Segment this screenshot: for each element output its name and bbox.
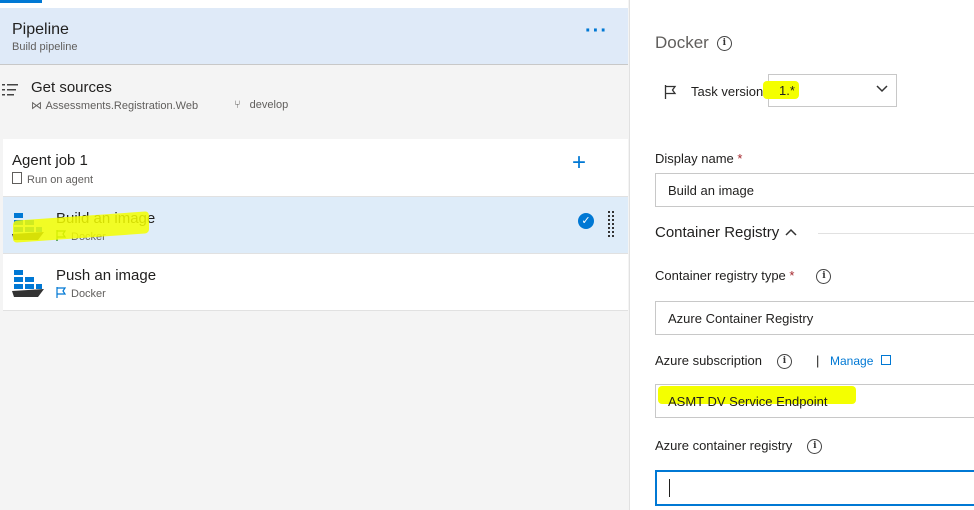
- repo-icon: ⋈: [31, 100, 42, 112]
- panel-title: Docker i: [655, 33, 732, 53]
- required-marker: *: [789, 268, 795, 283]
- azure-subscription-value: ASMT DV Service Endpoint: [668, 394, 828, 409]
- flag-icon: [664, 85, 677, 99]
- agent-job-subtitle: Run on agent: [12, 172, 93, 186]
- display-name-label-text: Display name: [655, 151, 734, 166]
- section-title: Container Registry: [655, 224, 780, 241]
- top-tab-strip: [0, 0, 628, 8]
- flag-icon: [56, 287, 67, 298]
- display-name-field[interactable]: Build an image: [655, 173, 974, 207]
- azure-subscription-select[interactable]: ASMT DV Service Endpoint: [655, 384, 974, 418]
- task-subtitle: Docker: [56, 287, 106, 300]
- task-title: Push an image: [56, 267, 157, 284]
- required-marker: *: [737, 151, 743, 166]
- branch-label: develop: [249, 99, 289, 111]
- display-name-value: Build an image: [668, 183, 754, 198]
- external-link-icon: [880, 355, 891, 365]
- azure-subscription-label: Azure subscription i: [655, 353, 792, 370]
- task-version-select[interactable]: 1.*: [763, 74, 897, 107]
- task-version-value: 1.*: [779, 83, 795, 98]
- chevron-up-icon: [785, 228, 797, 236]
- manage-link[interactable]: Manage: [830, 354, 891, 368]
- pipeline-subtitle: Build pipeline: [12, 41, 78, 53]
- info-icon[interactable]: i: [776, 354, 792, 370]
- branch-icon: ⑂: [234, 99, 241, 111]
- text-caret: [669, 479, 670, 497]
- azure-container-registry-label-text: Azure container registry: [655, 438, 793, 453]
- azure-container-registry-input[interactable]: [655, 470, 974, 506]
- active-tab-indicator: [0, 0, 42, 3]
- task-settings-panel: Docker i Task version 1.* Display name * …: [629, 8, 974, 510]
- list-icon: [2, 84, 18, 96]
- more-options-button[interactable]: ···: [585, 20, 608, 43]
- agent-job-title: Agent job 1: [12, 152, 88, 169]
- branch-name: ⑂ develop: [234, 99, 288, 111]
- manage-link-text[interactable]: Manage: [830, 354, 873, 368]
- task-subtitle-text: Docker: [71, 288, 106, 300]
- repo-label: Assessments.Registration.Web: [45, 100, 199, 112]
- pipeline-tree-pane: Pipeline Build pipeline ··· Get sources …: [0, 0, 628, 510]
- task-version-label: Task version: [691, 84, 764, 99]
- get-sources-title: Get sources: [31, 79, 112, 96]
- chevron-down-icon: [876, 85, 888, 93]
- agent-job-subtitle-text: Run on agent: [27, 174, 94, 186]
- get-sources-item[interactable]: Get sources ⋈ Assessments.Registration.W…: [0, 65, 628, 123]
- separator: |: [816, 353, 820, 368]
- docker-icon: [12, 270, 44, 297]
- drag-handle-icon[interactable]: [607, 210, 615, 240]
- pipeline-title: Pipeline: [12, 21, 69, 38]
- azure-subscription-label-text: Azure subscription: [655, 353, 762, 368]
- info-icon[interactable]: i: [807, 439, 823, 455]
- server-icon: [12, 172, 22, 184]
- display-name-label: Display name *: [655, 151, 742, 166]
- task-push-image[interactable]: Push an image Docker: [3, 254, 628, 311]
- panel-title-text: Docker: [655, 33, 709, 52]
- section-divider: [818, 233, 974, 234]
- azure-container-registry-label: Azure container registry i: [655, 438, 823, 455]
- panel-top-strip: [629, 0, 974, 8]
- container-registry-type-value: Azure Container Registry: [668, 311, 814, 326]
- container-registry-type-label-text: Container registry type: [655, 268, 786, 283]
- info-icon[interactable]: i: [716, 36, 732, 52]
- repo-name: ⋈ Assessments.Registration.Web: [31, 99, 198, 112]
- add-task-button[interactable]: +: [572, 151, 586, 175]
- pipeline-header[interactable]: Pipeline Build pipeline ···: [0, 8, 628, 65]
- container-registry-type-label: Container registry type * i: [655, 268, 832, 285]
- container-registry-type-select[interactable]: Azure Container Registry: [655, 301, 974, 335]
- info-icon[interactable]: i: [816, 269, 832, 285]
- check-icon: ✓: [578, 213, 594, 229]
- agent-job-item[interactable]: Agent job 1 Run on agent +: [3, 139, 628, 197]
- container-registry-section-header[interactable]: Container Registry: [655, 224, 797, 241]
